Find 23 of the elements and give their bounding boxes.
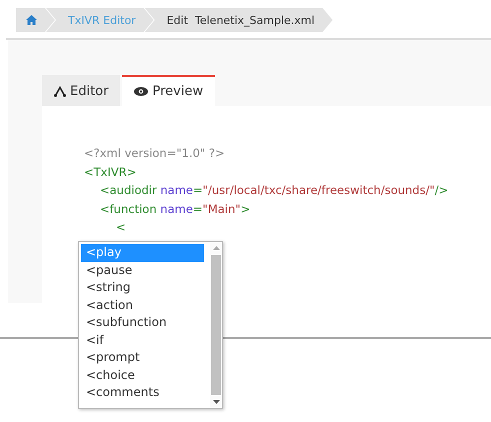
tab[interactable]: Preview xyxy=(122,75,216,106)
autocomplete-item[interactable]: <string xyxy=(81,279,204,296)
tab[interactable]: Editor xyxy=(42,75,120,106)
code-line: <TxIVR> xyxy=(84,164,136,180)
down-arrow-icon[interactable] xyxy=(212,399,220,405)
code-line: <function name="Main"> xyxy=(99,200,250,218)
code-line: <?xml version="1.0" ?> xyxy=(84,145,225,162)
home-icon xyxy=(26,15,37,25)
code-line: < xyxy=(115,219,126,236)
nodes-icon xyxy=(54,86,66,97)
autocomplete-item[interactable]: <subfunction xyxy=(81,314,204,332)
autocomplete-item[interactable]: <action xyxy=(81,296,204,314)
autocomplete-item[interactable]: <choice xyxy=(81,366,204,384)
home-breadcrumb[interactable] xyxy=(16,8,55,32)
autocomplete-item[interactable]: <if xyxy=(81,332,204,349)
autocomplete-item[interactable]: <prompt xyxy=(81,349,204,366)
code-line: <audiodir name="/usr/local/txc/share/freeswitch/sounds/"/> xyxy=(99,182,448,199)
autocomplete-item[interactable]: <comments xyxy=(81,384,204,402)
up-arrow-icon[interactable] xyxy=(212,245,220,251)
scrollbar[interactable] xyxy=(210,242,222,408)
eye-icon xyxy=(134,87,148,96)
autocomplete-item[interactable]: <pause xyxy=(81,262,204,279)
breadcrumb-current: Edit Telenetix_Sample.xml xyxy=(144,8,333,32)
